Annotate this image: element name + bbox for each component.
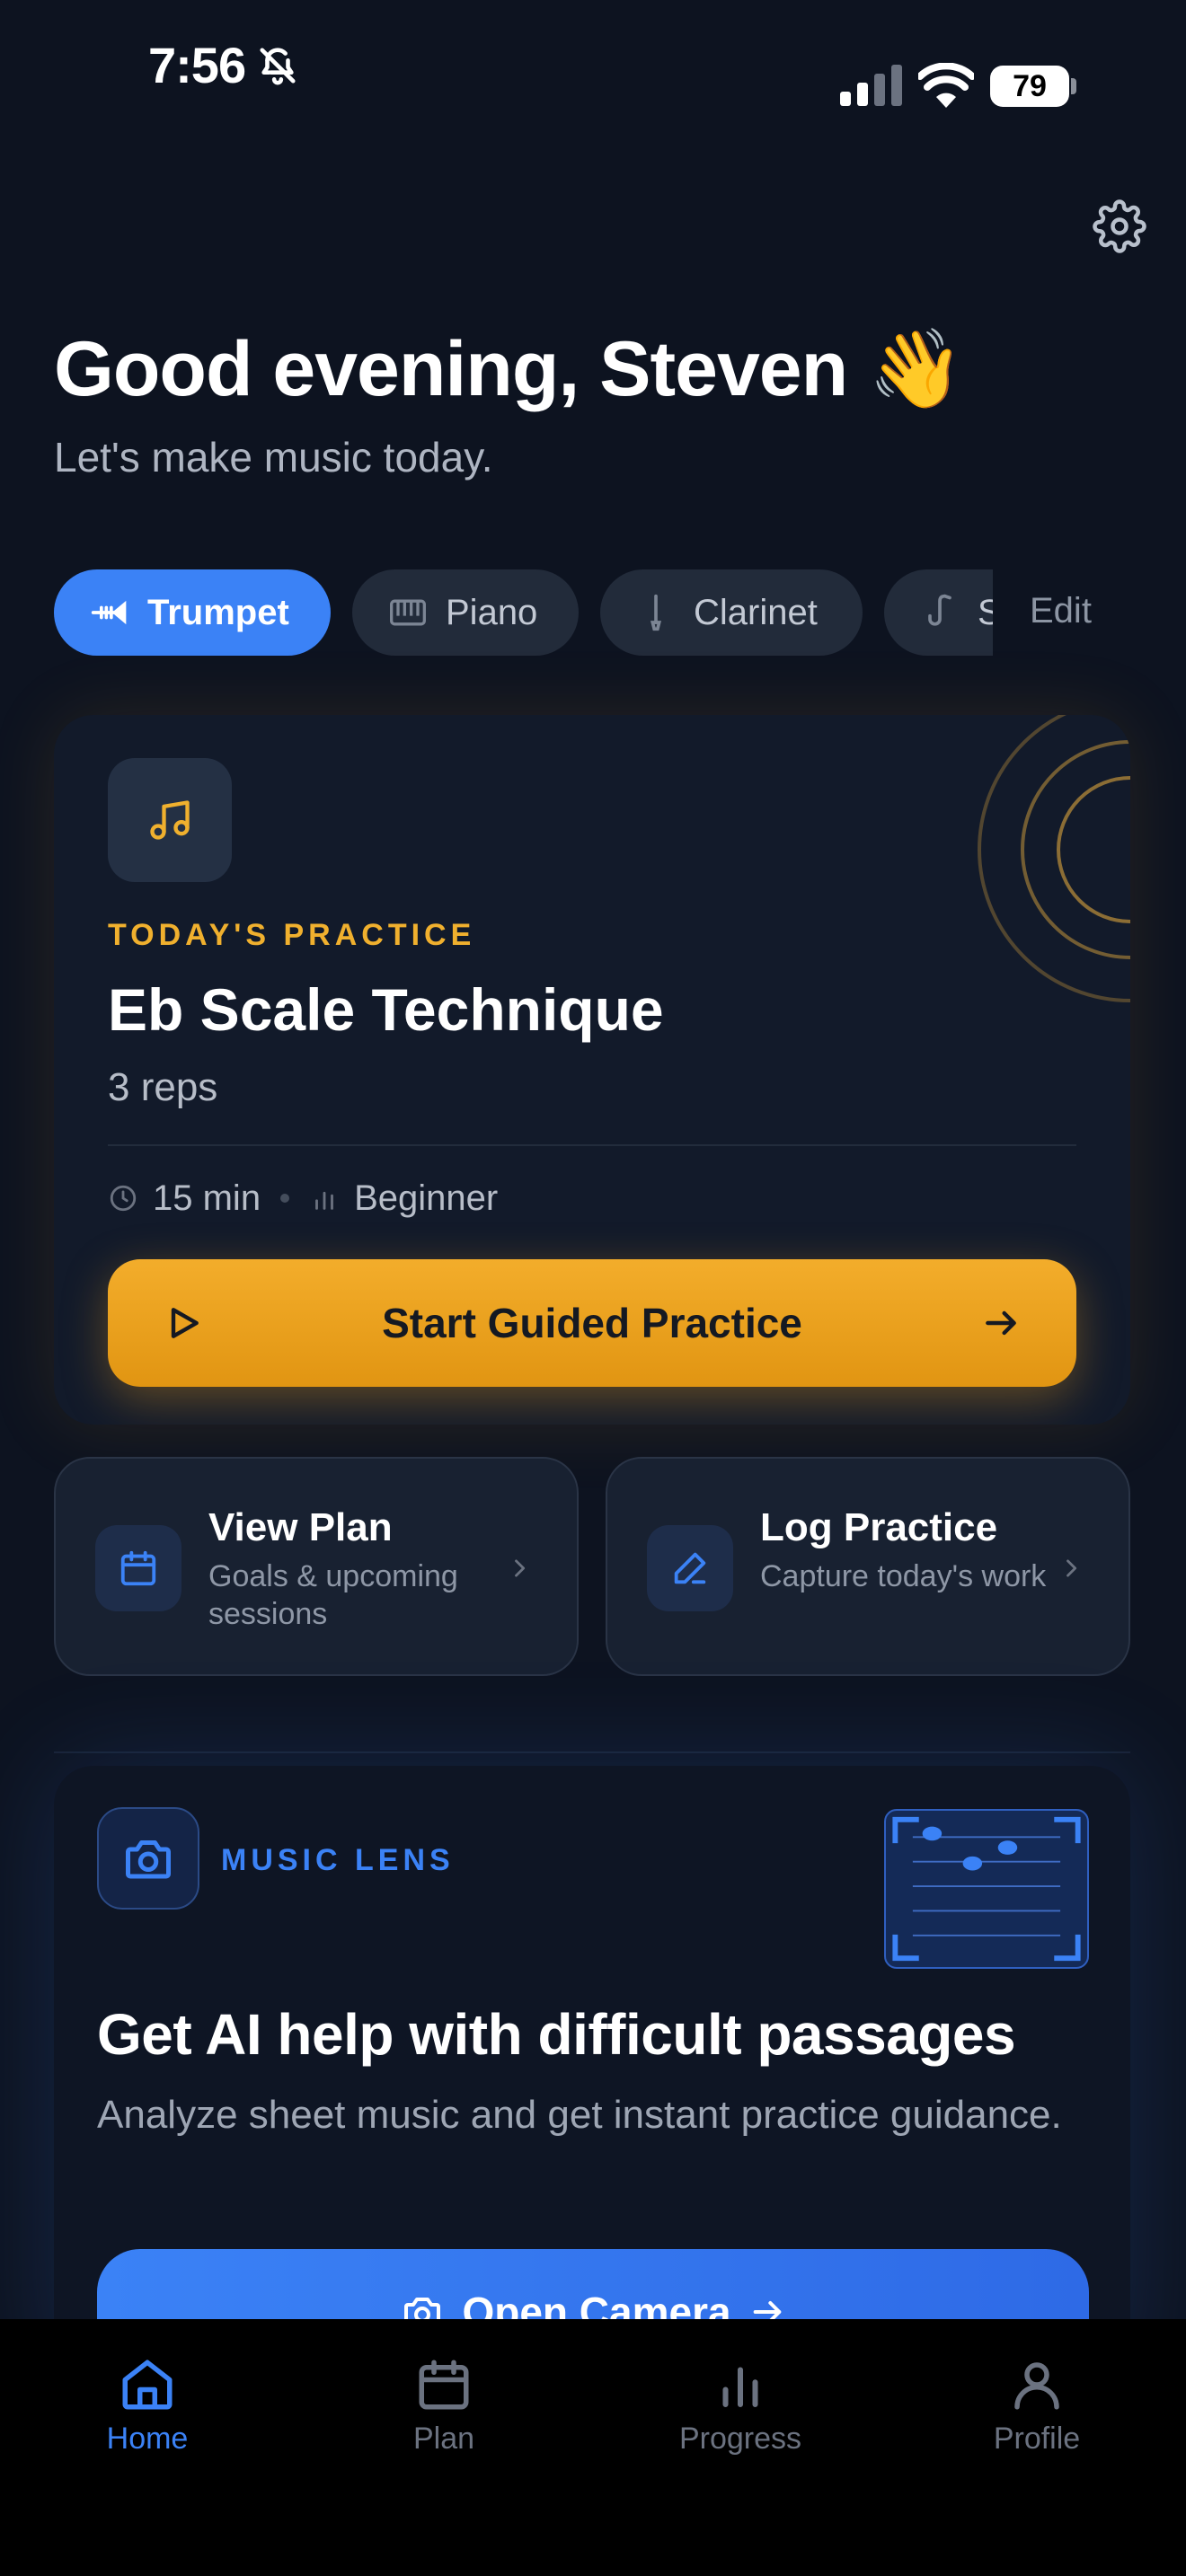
battery-level: 79 <box>1013 69 1047 103</box>
clock-icon <box>110 1185 137 1212</box>
status-time: 7:56 <box>148 37 246 93</box>
view-plan-card[interactable]: View Plan Goals & upcoming sessions <box>54 1457 579 1676</box>
piano-icon <box>390 599 426 626</box>
bar-chart-icon <box>722 2367 758 2408</box>
camera-tile <box>97 1807 199 1910</box>
tab-label: Home <box>106 2422 189 2456</box>
todays-practice-card: TODAY'S PRACTICE Eb Scale Technique 3 re… <box>54 715 1130 1425</box>
pencil-tile <box>647 1525 733 1611</box>
section-divider <box>54 1751 1130 1753</box>
tab-label: Progress <box>678 2422 802 2456</box>
music-note-icon <box>150 800 190 840</box>
chip-label: Saxophone <box>978 592 993 632</box>
view-plan-title: View Plan <box>208 1505 393 1549</box>
practice-reps: 3 reps <box>108 1065 218 1109</box>
chip-trumpet[interactable]: Trumpet <box>54 569 331 656</box>
music-lens-card: MUSIC LENS Get AI help with difficult pa… <box>54 1766 1130 2395</box>
calendar-icon <box>120 1550 156 1586</box>
practice-level: Beginner <box>354 1178 499 1218</box>
instrument-selector: Trumpet Piano Clarinet Saxophone <box>54 569 993 656</box>
tab-home[interactable]: Home <box>40 2355 255 2499</box>
wifi-icon <box>918 63 974 108</box>
music-lens-kicker: MUSIC LENS <box>221 1843 455 1877</box>
decorative-rings <box>978 715 1130 1002</box>
person-icon <box>1014 2362 1059 2410</box>
chip-label: Piano <box>446 592 538 632</box>
chevron-right-icon <box>1067 1559 1077 1577</box>
meta-separator <box>280 1194 290 1203</box>
tab-label: Profile <box>993 2422 1081 2456</box>
greeting-title: Good evening, Steven 👋 <box>54 326 964 412</box>
tab-plan[interactable]: Plan <box>336 2355 552 2499</box>
practice-title: Eb Scale Technique <box>108 976 664 1043</box>
tab-profile[interactable]: Profile <box>929 2355 1145 2499</box>
pencil-icon <box>674 1552 706 1584</box>
chip-clarinet[interactable]: Clarinet <box>600 569 863 656</box>
battery-indicator: 79 <box>990 66 1076 107</box>
bottom-tab-bar: Home Plan Progress Profile <box>0 2319 1186 2576</box>
edit-instruments-link[interactable]: Edit <box>1030 591 1092 631</box>
chevron-right-icon <box>515 1559 526 1577</box>
music-lens-description: Analyze sheet music and get instant prac… <box>97 2093 1062 2137</box>
chip-saxophone[interactable]: Saxophone <box>884 569 993 656</box>
divider <box>108 1144 1076 1146</box>
bell-slash-icon <box>260 48 296 85</box>
practice-kicker: TODAY'S PRACTICE <box>108 918 476 952</box>
start-button-label: Start Guided Practice <box>382 1300 802 1346</box>
home-icon <box>122 2360 173 2410</box>
greeting-subtitle: Let's make music today. <box>54 434 493 481</box>
log-practice-title: Log Practice <box>760 1505 998 1549</box>
log-practice-subtitle: Capture today's work <box>760 1559 1047 1593</box>
practice-duration: 15 min <box>153 1178 261 1218</box>
tab-progress[interactable]: Progress <box>633 2355 848 2499</box>
calendar-tile <box>95 1525 181 1611</box>
camera-icon <box>126 1840 171 1879</box>
chip-piano[interactable]: Piano <box>352 569 579 656</box>
cellular-signal-icon <box>840 65 902 106</box>
view-plan-subtitle: Goals & upcoming sessions <box>208 1559 458 1631</box>
chip-label: Clarinet <box>694 592 818 632</box>
trumpet-icon <box>91 600 127 625</box>
chip-label: Trumpet <box>147 592 289 632</box>
play-icon <box>171 1308 199 1338</box>
practice-meta: 15 min Beginner <box>108 1171 498 1225</box>
gear-icon[interactable] <box>1093 199 1146 253</box>
music-lens-title: Get AI help with difficult passages <box>97 2002 1016 2067</box>
log-practice-card[interactable]: Log Practice Capture today's work <box>606 1457 1130 1676</box>
start-guided-practice-button[interactable]: Start Guided Practice <box>108 1259 1076 1387</box>
saxophone-icon <box>928 594 951 626</box>
calendar-icon <box>419 2360 469 2410</box>
tab-label: Plan <box>412 2422 475 2456</box>
arrow-right-icon <box>986 1310 1016 1336</box>
music-note-tile <box>108 758 232 882</box>
level-bars-icon <box>315 1191 333 1210</box>
clarinet-icon <box>650 594 662 631</box>
sheet-music-scan-icon <box>884 1809 1089 1969</box>
